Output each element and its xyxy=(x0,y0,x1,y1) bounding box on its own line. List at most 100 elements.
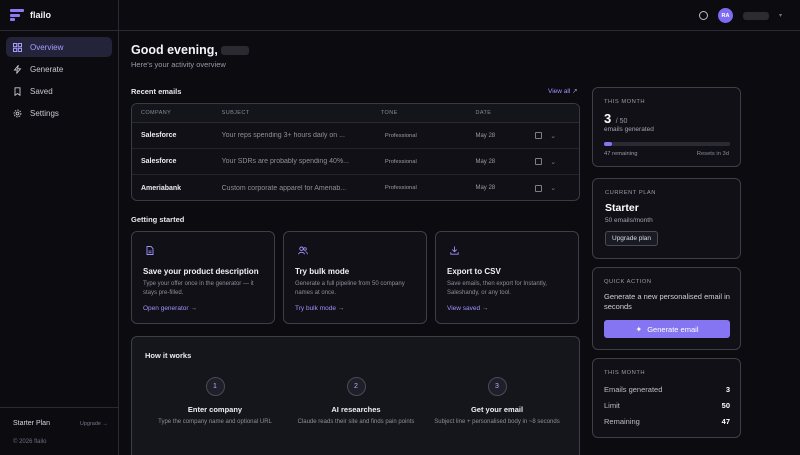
generate-email-label: Generate email xyxy=(647,324,699,334)
stat-value: 50 xyxy=(721,401,730,410)
card-title: Try bulk mode xyxy=(295,267,350,276)
getting-started-card[interactable]: Export to CSV Save emails, then export f… xyxy=(435,231,579,324)
generate-email-button[interactable]: ✦ Generate email xyxy=(604,320,730,338)
stat-row: Emails generated 3 xyxy=(604,385,730,394)
sidebar-item-generate[interactable]: Generate xyxy=(6,59,112,79)
step-number: 2 xyxy=(346,377,366,396)
chevron-down-icon[interactable]: ⌄ xyxy=(550,132,556,140)
row-company: Ameriabank xyxy=(141,184,182,192)
how-it-works-panel: How it works 1 Enter company Type the co… xyxy=(131,336,580,455)
emails-used-count: 3 xyxy=(604,111,612,126)
how-step: 3 Get your email Subject line + personal… xyxy=(427,377,567,427)
usage-label: THIS MONTH xyxy=(604,99,646,105)
sidebar-item-settings[interactable]: Settings xyxy=(6,103,112,123)
step-description: Claude reads their site and finds pain p… xyxy=(297,419,415,425)
download-icon xyxy=(450,246,459,257)
logo[interactable]: flailo xyxy=(10,9,51,21)
sparkle-icon: ✦ xyxy=(635,324,643,334)
emails-limit: / 50 xyxy=(615,118,628,125)
copy-icon[interactable] xyxy=(535,158,543,165)
getting-started-card[interactable]: Save your product description Type your … xyxy=(131,231,275,324)
page-title: Good evening, xyxy=(131,43,249,57)
app-name: flailo xyxy=(30,10,52,20)
step-title: Enter company xyxy=(187,405,243,414)
document-icon xyxy=(146,246,154,257)
sidebar-item-saved[interactable]: Saved xyxy=(6,81,112,101)
row-subject: Your reps spending 3+ hours daily on ... xyxy=(221,132,345,139)
grid-icon xyxy=(13,42,23,52)
row-tone: Professional xyxy=(384,158,417,165)
card-title: Export to CSV xyxy=(447,267,501,276)
logo-icon xyxy=(10,9,24,21)
current-plan-label: CURRENT PLAN xyxy=(605,190,656,196)
step-title: Get your email xyxy=(470,405,524,414)
sidebar-item-overview[interactable]: Overview xyxy=(6,37,112,57)
stat-row: Remaining 47 xyxy=(604,417,730,426)
view-saved-link[interactable]: View saved → xyxy=(447,305,488,312)
row-subject: Custom corporate apparel for Ameriab... xyxy=(221,184,347,192)
view-all-link[interactable]: View all ↗ xyxy=(548,87,578,95)
how-it-works-title: How it works xyxy=(145,351,192,360)
stat-label: Remaining xyxy=(604,417,640,426)
plan-name: Starter xyxy=(605,202,639,214)
row-date: May 28 xyxy=(475,132,496,139)
copyright: © 2026 flailo xyxy=(13,439,47,445)
card-description: Type your offer once in the generator — … xyxy=(143,281,254,296)
quick-action-text: Generate a new personalised email in sec… xyxy=(604,292,730,311)
how-step: 2 AI researches Claude reads their site … xyxy=(286,377,426,427)
column-subject: SUBJECT xyxy=(221,110,250,116)
open-generator-link[interactable]: Open generator → xyxy=(143,305,197,312)
copy-icon[interactable] xyxy=(535,132,543,139)
upgrade-plan-button[interactable]: Upgrade plan xyxy=(605,231,659,246)
stat-value: 3 xyxy=(725,385,730,394)
bookmark-icon xyxy=(13,86,22,96)
sidebar-item-label: Generate xyxy=(30,64,64,74)
recent-emails-table: COMPANY SUBJECT TONE DATE Salesforce You… xyxy=(131,103,580,201)
step-title: AI researches xyxy=(331,405,381,414)
getting-started-title: Getting started xyxy=(131,215,185,224)
chevron-down-icon[interactable]: ⌄ xyxy=(550,158,556,166)
row-company: Salesforce xyxy=(141,132,177,139)
how-step: 1 Enter company Type the company name an… xyxy=(145,377,285,427)
quick-action-label: QUICK ACTION xyxy=(604,279,652,285)
plan-detail: 50 emails/month xyxy=(605,217,653,224)
chevron-down-icon[interactable]: ▾ xyxy=(779,12,782,19)
plan-name: Starter Plan xyxy=(13,420,50,427)
row-date: May 28 xyxy=(475,158,496,165)
row-tone: Professional xyxy=(384,132,417,139)
column-date: DATE xyxy=(475,110,492,116)
top-divider xyxy=(0,30,800,31)
sidebar-item-label: Settings xyxy=(30,108,59,118)
usage-progress-fill xyxy=(604,142,612,146)
step-description: Type the company name and optional URL xyxy=(158,419,272,425)
table-row[interactable]: Salesforce Your reps spending 3+ hours d… xyxy=(132,123,579,149)
sidebar: flailo Overview Generate Saved Settings xyxy=(0,0,119,455)
theme-toggle-icon[interactable] xyxy=(698,11,708,20)
getting-started-card[interactable]: Try bulk mode Generate a full pipeline f… xyxy=(283,231,427,324)
copy-icon[interactable] xyxy=(535,184,543,192)
bolt-icon xyxy=(13,63,22,74)
avatar[interactable]: RA xyxy=(717,8,733,23)
try-bulk-mode-link[interactable]: Try bulk mode → xyxy=(295,305,344,312)
card-title: Save your product description xyxy=(143,267,259,276)
page-subtitle: Here's your activity overview xyxy=(131,60,226,69)
user-name-redacted[interactable] xyxy=(742,11,769,20)
stat-label: Limit xyxy=(604,401,620,410)
remaining-text: 47 remaining xyxy=(604,151,638,157)
sidebar-item-label: Overview xyxy=(30,42,64,52)
table-row[interactable]: Salesforce Your SDRs are probably spendi… xyxy=(132,149,579,175)
row-date: May 28 xyxy=(475,185,496,191)
column-tone: TONE xyxy=(380,110,398,116)
topbar-right: RA ▾ xyxy=(698,8,782,23)
row-company: Salesforce xyxy=(141,158,177,165)
chevron-down-icon[interactable]: ⌄ xyxy=(550,184,556,192)
upgrade-link[interactable]: Upgrade → xyxy=(80,421,108,427)
sidebar-nav: Overview Generate Saved Settings xyxy=(6,37,112,125)
sidebar-item-label: Saved xyxy=(30,86,53,96)
stat-label: Emails generated xyxy=(604,385,663,394)
gear-icon xyxy=(13,109,22,118)
sidebar-footer: Starter Plan Upgrade → © 2026 flailo xyxy=(0,407,119,445)
column-company: COMPANY xyxy=(141,110,172,116)
table-row[interactable]: Ameriabank Custom corporate apparel for … xyxy=(132,175,579,200)
step-number: 3 xyxy=(487,377,507,396)
